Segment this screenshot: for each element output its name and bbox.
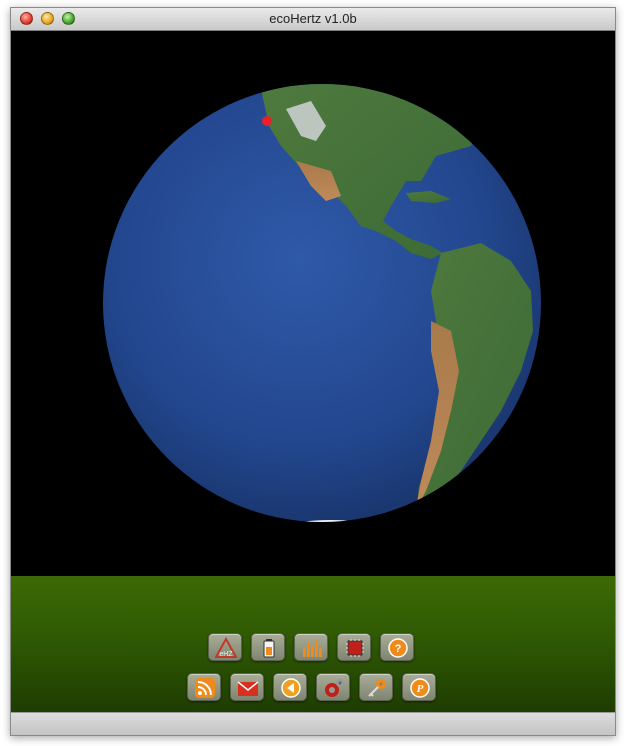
svg-text:?: ? <box>395 643 402 655</box>
status-bar <box>11 712 615 735</box>
back-arrow-icon <box>281 678 301 698</box>
settings-button[interactable] <box>316 673 350 701</box>
cpu-button[interactable] <box>337 633 371 661</box>
chip-icon <box>346 639 364 657</box>
svg-text:eHZ: eHZ <box>219 651 233 658</box>
globe-view[interactable] <box>11 31 615 576</box>
app-window: ecoHertz v1.0b eHZ ? P <box>10 7 616 736</box>
help-icon: ? <box>388 638 408 658</box>
ehz-logo-icon: eHZ <box>215 637 237 658</box>
battery-button[interactable] <box>251 633 285 661</box>
rss-icon <box>195 678 215 698</box>
ehz-button[interactable]: eHZ <box>208 633 242 661</box>
antarctic-ice <box>291 520 371 522</box>
paypal-icon: P <box>410 678 430 698</box>
back-button[interactable] <box>273 673 307 701</box>
gears-icon <box>325 679 344 697</box>
location-marker[interactable] <box>262 116 272 126</box>
donate-button[interactable]: P <box>402 673 436 701</box>
battery-icon <box>263 639 275 658</box>
control-panel: eHZ ? P <box>11 576 615 712</box>
mail-button[interactable] <box>230 673 264 701</box>
svg-text:P: P <box>417 683 424 695</box>
rss-button[interactable] <box>187 673 221 701</box>
window-title: ecoHertz v1.0b <box>269 11 357 26</box>
help-button[interactable]: ? <box>380 633 414 661</box>
earth-globe[interactable] <box>11 31 615 576</box>
bar-chart-icon <box>303 640 322 657</box>
license-key-button[interactable] <box>359 673 393 701</box>
title-bar[interactable]: ecoHertz v1.0b <box>11 8 615 31</box>
key-icon <box>368 679 386 697</box>
stats-button[interactable] <box>294 633 328 661</box>
mail-icon <box>237 681 259 696</box>
